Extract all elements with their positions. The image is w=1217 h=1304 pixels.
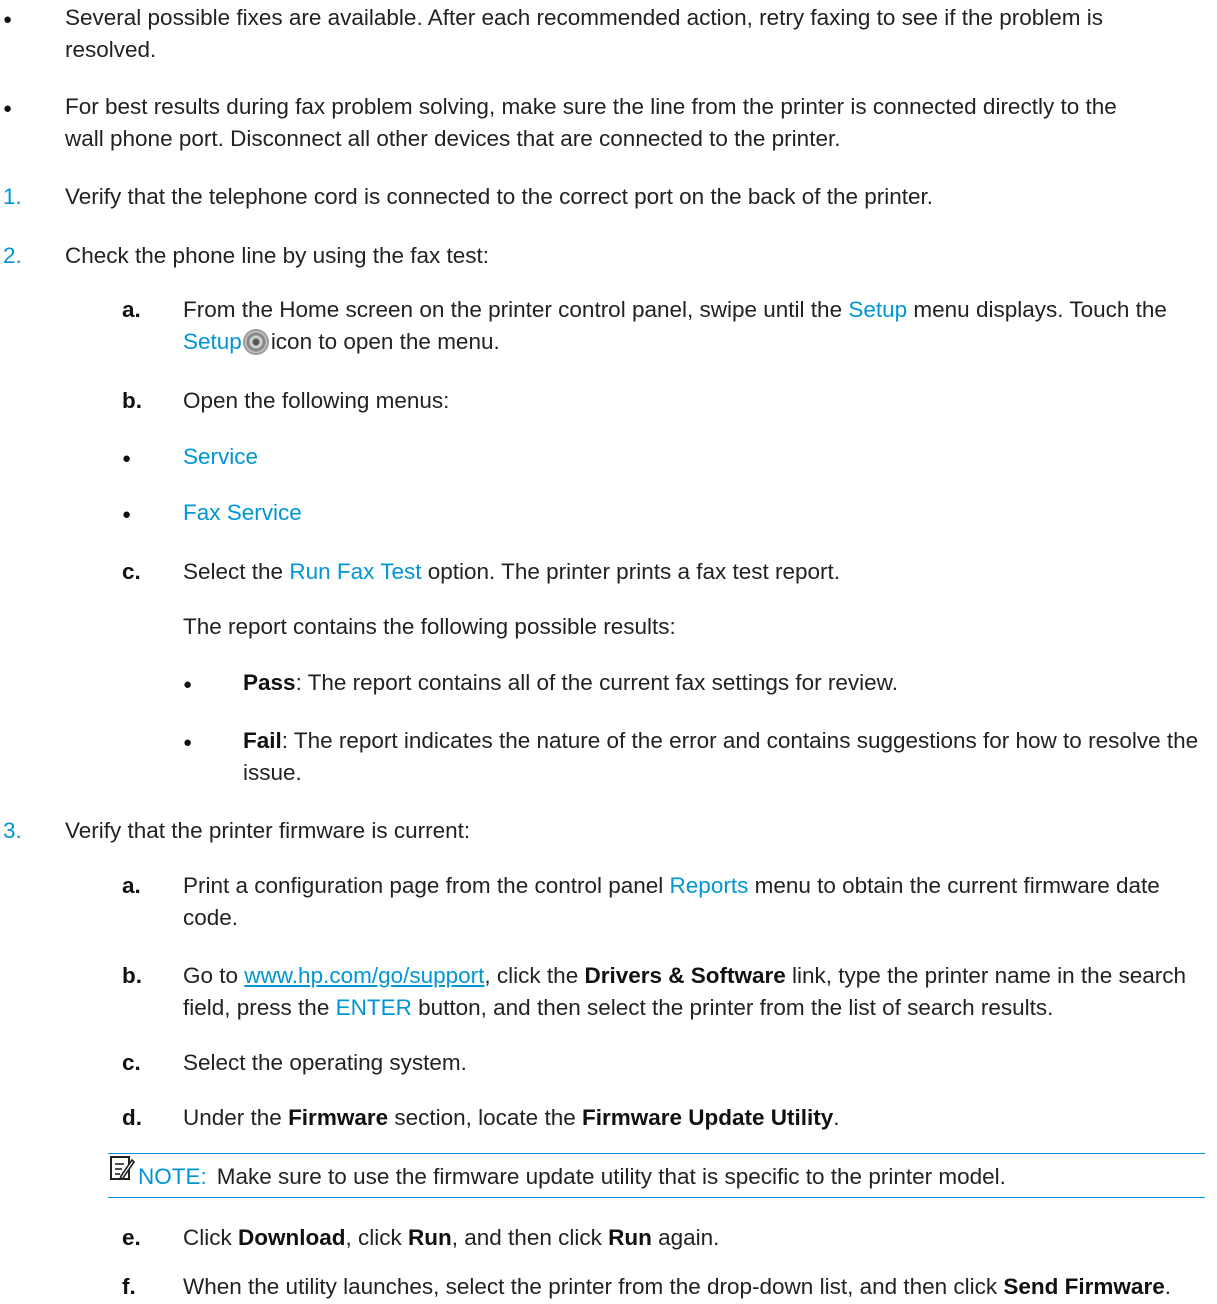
step-2a-line-1: From the Home screen on the printer cont… [183,297,1167,322]
substep-label: d. [122,1105,142,1130]
substep-label: c. [122,1050,141,1075]
step-number: 3. [3,818,22,843]
substep-label: a. [122,297,141,322]
step-2c-para: The report contains the following possib… [183,614,676,639]
bullet: ● [183,676,193,693]
step-3a-line-1: Print a configuration page from the cont… [183,873,1160,898]
substep-label: a. [122,873,141,898]
bullet: ● [122,506,132,523]
bullet: ● [183,734,193,751]
substep-label: b. [122,963,142,988]
menu-fax-service: Fax Service [183,500,302,525]
bullet: ● [122,450,132,467]
intro-bullet-2-line-1: For best results during fax problem solv… [65,94,1117,119]
step-2c-text: Select the Run Fax Test option. The prin… [183,559,841,584]
result-fail-line-2: issue. [243,760,302,785]
step-3a-line-2: code. [183,905,239,930]
step-2a-line-2: Setup icon to open the menu. [183,329,500,354]
step-2b-text: Open the following menus: [183,388,450,413]
substep-label: e. [122,1225,141,1250]
step-3f-text: When the utility launches, select the pr… [183,1274,1171,1299]
step-3c-text: Select the operating system. [183,1050,467,1075]
intro-bullet-1-line-2: resolved. [65,37,157,62]
step-3-text: Verify that the printer firmware is curr… [65,818,471,843]
intro-bullet-1-line-1: Several possible fixes are available. Af… [65,5,1104,30]
setup-menu-ref: Setup [183,329,242,354]
result-pass: Pass: The report contains all of the cur… [243,670,898,695]
note-bottom-rule [108,1197,1205,1198]
bullet: ● [3,11,13,28]
step-2-text: Check the phone line by using the fax te… [65,243,490,268]
run-fax-test-ref: Run Fax Test [289,559,422,584]
note-icon [110,1156,135,1181]
step-3b-line-1: Go to www.hp.com/go/support, click the D… [183,963,1186,988]
menu-service: Service [183,444,259,469]
step-3b-line-2: field, press the ENTER button, and then … [183,995,1054,1020]
step-1-text: Verify that the telephone cord is connec… [65,184,934,209]
note-text: NOTE: Make sure to use the firmware updat… [138,1164,1006,1189]
intro-bullet-2-line-2: wall phone port. Disconnect all other de… [65,126,841,151]
step-number: 2. [3,243,22,268]
support-link[interactable]: www.hp.com/go/support [244,963,484,988]
bullet: ● [3,100,13,117]
setup-menu-ref: Setup [848,297,908,322]
substep-label: b. [122,388,142,413]
gear-icon [244,331,267,353]
result-fail-line-1: Fail: The report indicates the nature of… [243,728,1199,753]
substep-label: f. [122,1274,136,1299]
reports-menu-ref: Reports [669,873,749,898]
substep-label: c. [122,559,141,584]
enter-button-ref: ENTER [335,995,412,1020]
note-top-rule [108,1153,1205,1154]
step-3d-text: Under the Firmware section, locate the F… [183,1105,840,1130]
step-number: 1. [3,184,22,209]
step-3e-text: Click Download, click Run, and then clic… [183,1225,720,1250]
